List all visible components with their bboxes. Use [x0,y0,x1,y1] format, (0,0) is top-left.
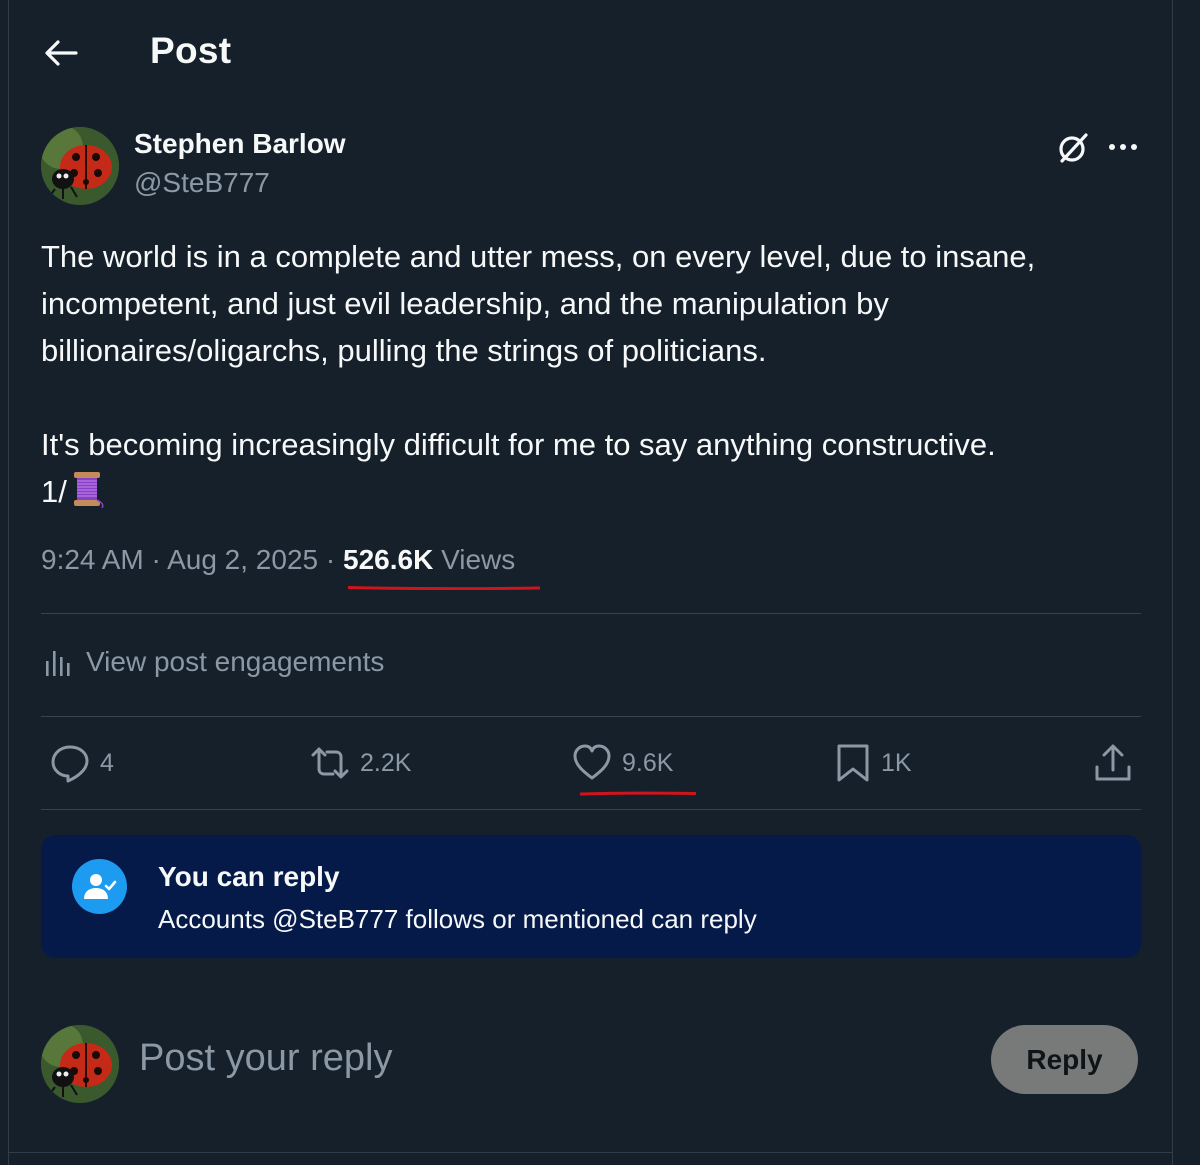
divider [41,809,1141,810]
spool-of-thread-emoji-icon [73,472,104,508]
divider [41,716,1141,717]
post-text-line: incompetent, and just evil leadership, a… [41,286,889,321]
mentioned-users-icon [72,859,127,914]
ladybug-avatar-icon [41,1025,119,1103]
frame-border-left [8,0,9,1165]
post-meta: 9:24 AM · Aug 2, 2025 · 526.6K Views [41,544,516,575]
back-button[interactable] [40,34,82,72]
reply-restriction-notice: You can reply Accounts @SteB777 follows … [41,835,1141,958]
frame-border-bottom [8,1152,1173,1153]
frame-border-right [1172,0,1173,1165]
post-text-line: billionaires/oligarchs, pulling the stri… [41,333,767,368]
view-engagements-label: View post engagements [86,646,385,677]
thread-marker: 1/ [41,474,67,509]
share-upload-icon [1095,744,1131,781]
share-action[interactable] [1094,743,1132,783]
reply-restriction-title: You can reply [158,861,340,892]
view-engagements-link[interactable]: View post engagements [44,646,384,678]
post-text-line: It's becoming increasingly difficult for… [41,427,996,462]
author-avatar[interactable] [41,127,119,205]
views-count: 526.6K [343,544,434,575]
bookmark-action[interactable]: 1K [835,743,912,783]
page-title: Post [150,30,232,71]
analytics-bars-icon [46,651,70,676]
reply-count: 4 [100,748,114,777]
page-header: Post [0,0,1172,105]
arrow-left-icon [45,40,78,66]
bookmark-icon [837,744,869,782]
red-annotation-underline [348,586,540,590]
red-annotation-underline [580,791,696,796]
post-text: The world is in a complete and utter mes… [41,233,1151,515]
current-user-avatar[interactable] [41,1025,119,1103]
reply-restriction-subtitle: Accounts @SteB777 follows or mentioned c… [158,904,757,934]
repost-count: 2.2K [360,748,412,777]
post-date[interactable]: Aug 2, 2025 [167,544,318,575]
heart-icon [573,744,611,780]
grok-icon[interactable] [1055,130,1091,166]
post-time[interactable]: 9:24 AM [41,544,144,575]
more-options-icon[interactable] [1105,130,1141,166]
reply-action[interactable]: 4 [50,743,114,783]
author-handle[interactable]: @SteB777 [134,167,270,199]
repost-action[interactable]: 2.2K [310,743,411,783]
reply-input[interactable]: Post your reply [139,1037,392,1080]
thread-marker-line: 1/ [41,468,1151,515]
bookmark-count: 1K [881,748,912,777]
views-label: Views [441,544,516,575]
ladybug-avatar-icon [41,127,119,205]
author-name[interactable]: Stephen Barlow [134,128,346,160]
post-text-line: The world is in a complete and utter mes… [41,239,1036,274]
like-count: 9.6K [622,748,674,777]
repost-icon [311,747,349,779]
like-action[interactable]: 9.6K [572,743,673,783]
reply-bubble-icon [51,745,89,783]
divider [41,613,1141,614]
reply-button[interactable]: Reply [991,1025,1138,1094]
